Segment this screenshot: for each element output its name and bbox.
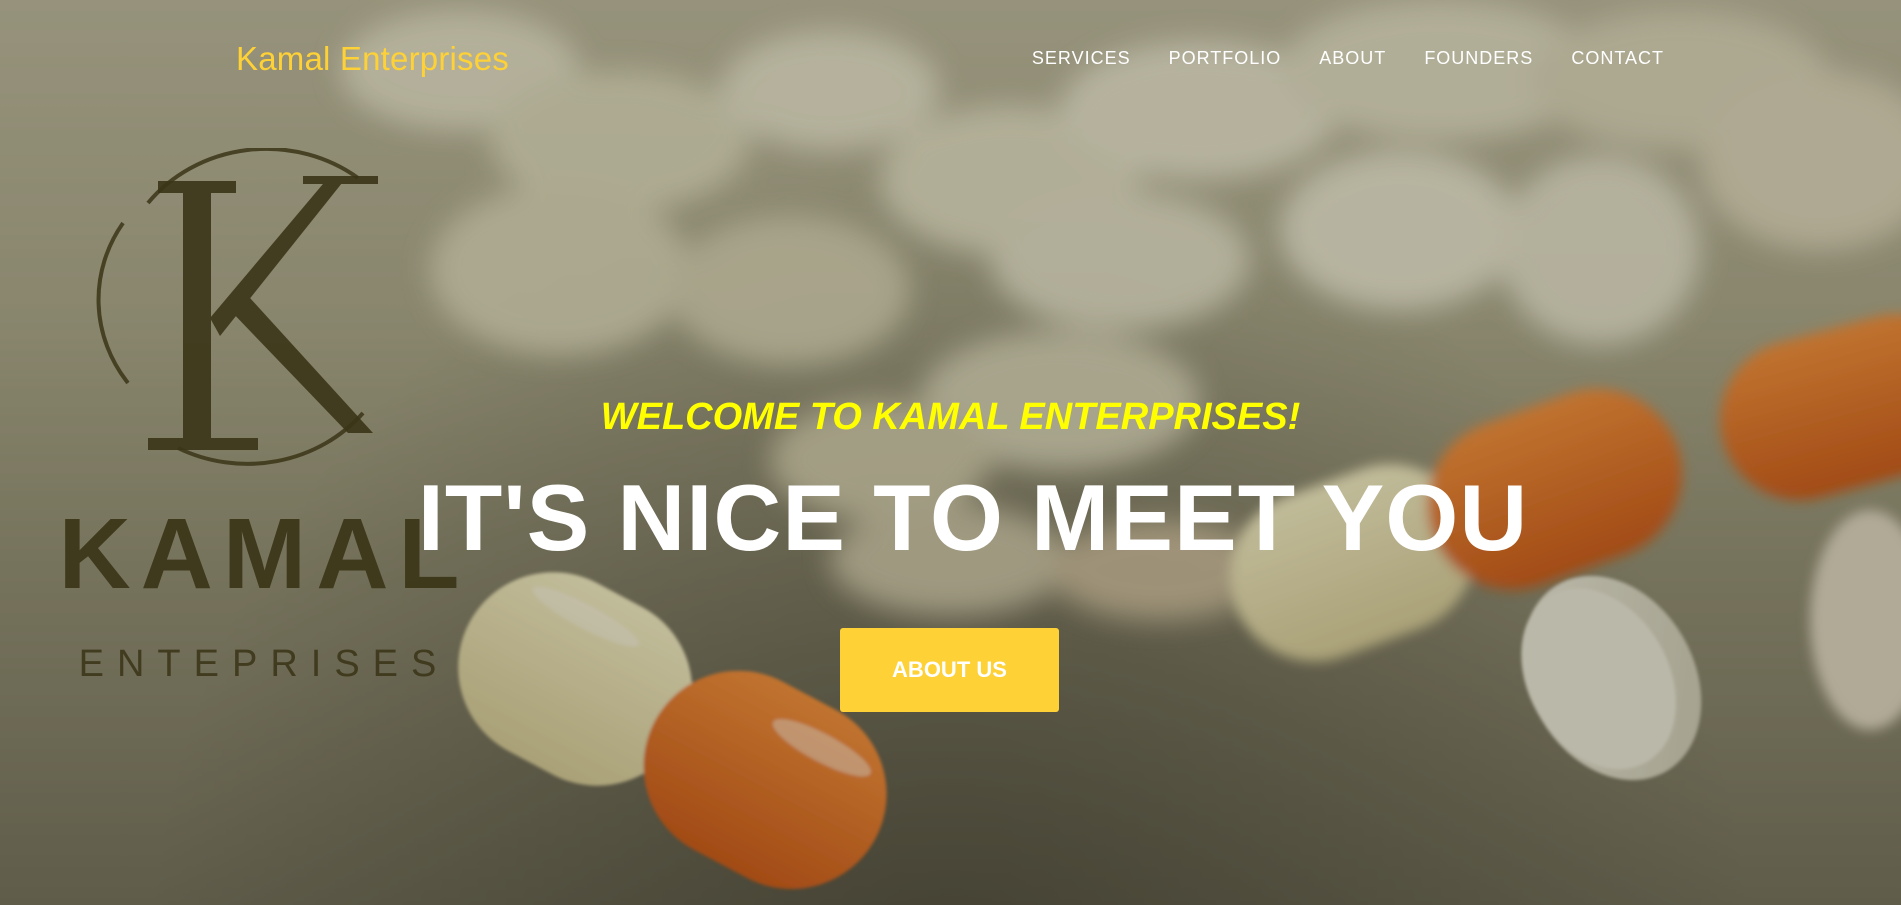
hero-lead-in: WELCOME TO KAMAL ENTERPRISES! [600,396,1301,438]
nav-item: CONTACT [1552,48,1664,69]
nav-link-contact[interactable]: CONTACT [1552,48,1664,69]
hero-section: KAMAL ENTEPRISES Kamal Enterprises SERVI… [0,0,1901,905]
hero-heading: IT'S NICE TO MEET YOU [417,465,1529,570]
nav-item: ABOUT [1300,48,1405,69]
nav-menu: SERVICES PORTFOLIO ABOUT FOUNDERS CONTAC… [1013,48,1664,69]
main-navbar: Kamal Enterprises SERVICES PORTFOLIO ABO… [0,0,1901,120]
nav-link-services[interactable]: SERVICES [1013,48,1150,69]
brand-link[interactable]: Kamal Enterprises [236,40,509,78]
nav-link-portfolio[interactable]: PORTFOLIO [1150,48,1301,69]
nav-item: PORTFOLIO [1150,48,1301,69]
nav-item: FOUNDERS [1405,48,1552,69]
nav-link-about[interactable]: ABOUT [1300,48,1405,69]
nav-item: SERVICES [1013,48,1150,69]
logo-tagline: ENTEPRISES [79,643,450,685]
about-us-button[interactable]: ABOUT US [840,628,1059,712]
nav-link-founders[interactable]: FOUNDERS [1405,48,1552,69]
